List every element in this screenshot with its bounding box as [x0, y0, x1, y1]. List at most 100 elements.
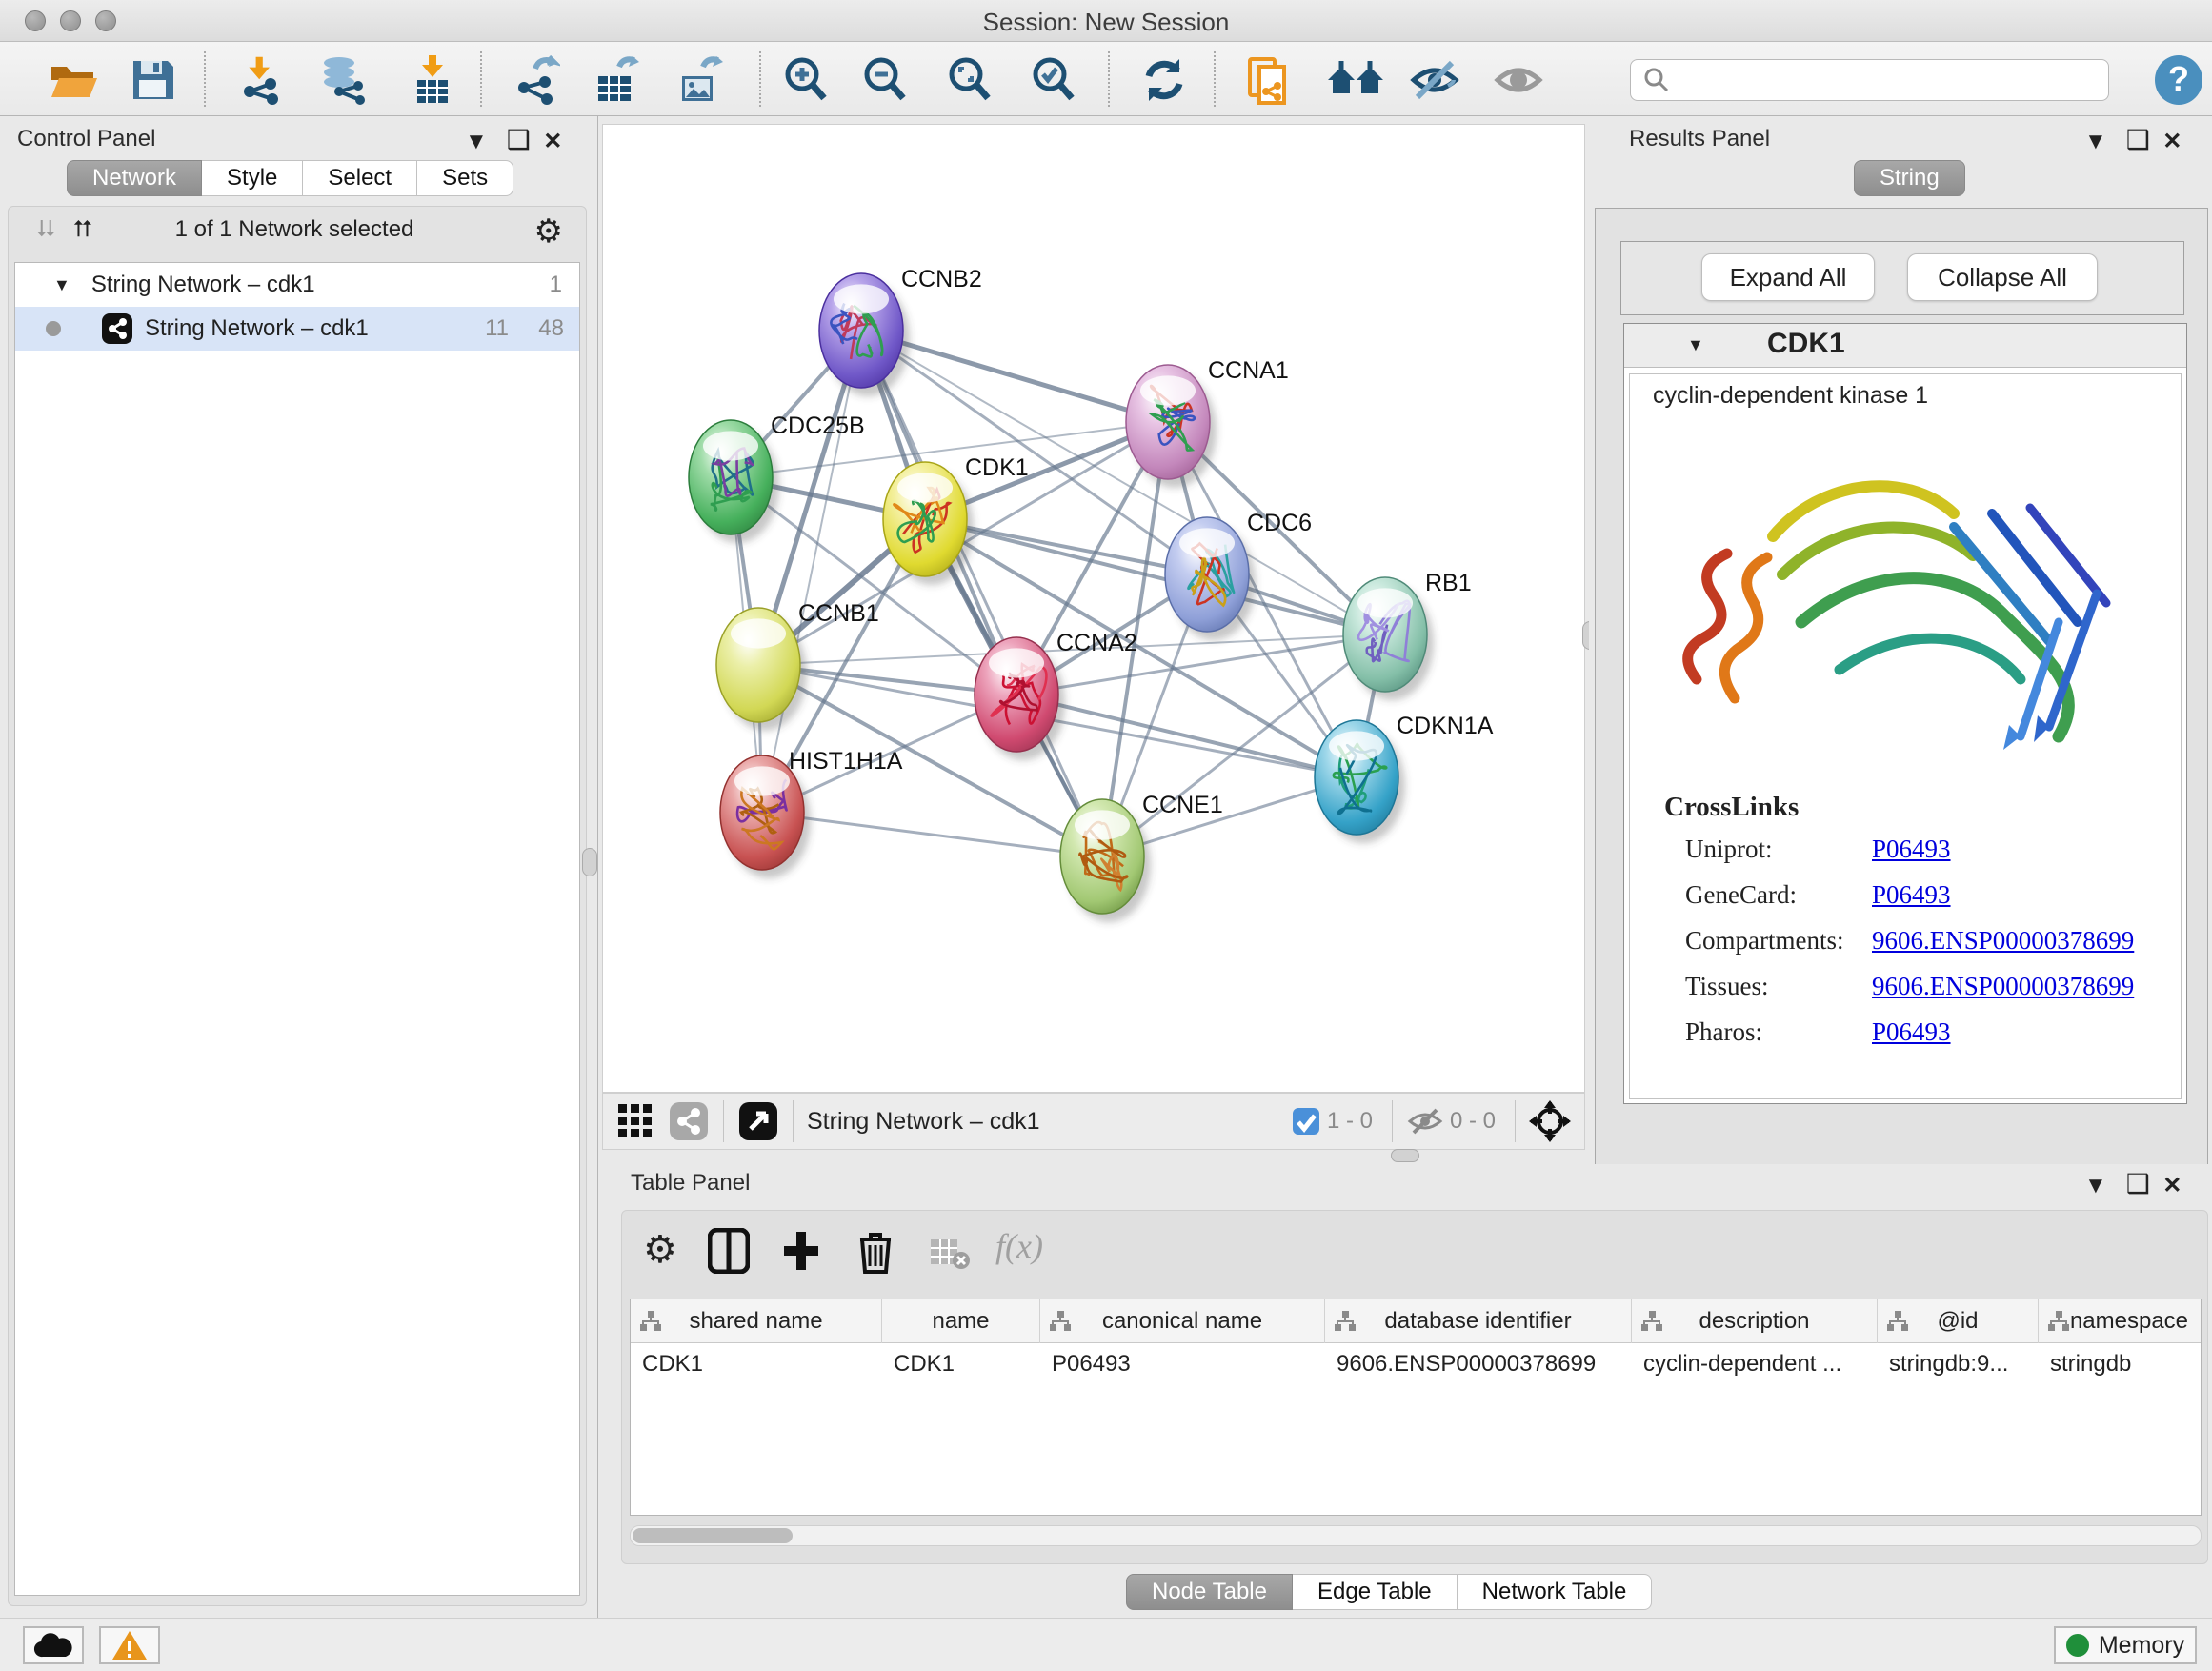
network-edge[interactable] — [762, 813, 1102, 856]
network-node-cdc6[interactable]: CDC6 — [1165, 510, 1312, 640]
selected-checkbox-icon[interactable] — [1291, 1106, 1321, 1137]
refresh-icon[interactable] — [1139, 55, 1189, 105]
memory-button[interactable]: Memory — [2054, 1626, 2197, 1664]
expand-all-button[interactable]: Expand All — [1701, 253, 1875, 301]
crosslink-tissues-link[interactable]: 9606.ENSP00000378699 — [1872, 972, 2134, 1001]
column-header-name[interactable]: name — [882, 1299, 1040, 1343]
network-edge[interactable] — [762, 331, 861, 813]
column-header-at-id[interactable]: @id — [1878, 1299, 2039, 1343]
network-node-cdk1[interactable]: CDK1 — [883, 454, 1029, 585]
network-node-ccnb1[interactable]: CCNB1 — [716, 600, 879, 731]
tab-node-table[interactable]: Node Table — [1126, 1574, 1293, 1610]
network-node-ccne1[interactable]: CCNE1 — [1060, 792, 1223, 922]
cloud-button[interactable] — [23, 1626, 84, 1664]
scrollbar-thumb[interactable] — [633, 1528, 793, 1543]
network-canvas[interactable]: CCNB2 CCNA1 CDC25BCDK1 CDC6RB1 CCNB1 CCNA2 CDK… — [602, 124, 1585, 1093]
table-horizontal-scrollbar[interactable] — [630, 1525, 2202, 1546]
tab-edge-table[interactable]: Edge Table — [1293, 1574, 1458, 1610]
window-titlebar: Session: New Session — [0, 0, 2212, 42]
column-header-database-identifier[interactable]: database identifier — [1325, 1299, 1632, 1343]
panel-float-icon[interactable]: ❑ — [2126, 125, 2150, 154]
copy-network-icon[interactable] — [1244, 55, 1294, 105]
expand-all-networks-icon[interactable]: ⮅ — [73, 216, 91, 243]
grid-view-icon[interactable] — [616, 1102, 654, 1140]
save-session-icon[interactable] — [128, 55, 177, 105]
add-column-icon[interactable] — [780, 1228, 822, 1274]
collapse-all-networks-icon[interactable]: ⮇ — [37, 216, 55, 243]
node-table-header: shared name name canonical name database… — [631, 1299, 2201, 1343]
crosslink-label: Compartments: — [1685, 926, 1843, 956]
panel-menu-icon[interactable]: ▼ — [465, 129, 488, 154]
panel-menu-icon[interactable]: ▼ — [2084, 1173, 2107, 1198]
network-node-hist1h1a[interactable]: HIST1H1A — [720, 748, 903, 878]
network-view-share-icon[interactable] — [668, 1100, 710, 1142]
zoom-fit-icon[interactable] — [945, 55, 995, 105]
import-network-file-icon[interactable] — [236, 55, 286, 105]
panel-menu-icon[interactable]: ▼ — [2084, 129, 2107, 154]
memory-label: Memory — [2099, 1632, 2184, 1660]
tab-network[interactable]: Network — [67, 160, 202, 196]
network-node-ccna1[interactable]: CCNA1 — [1126, 357, 1289, 488]
toolbar-separator — [204, 51, 206, 107]
zoom-selected-icon[interactable] — [1029, 55, 1078, 105]
network-edge[interactable] — [861, 331, 1102, 856]
table-row[interactable]: CDK1 CDK1 P06493 9606.ENSP00000378699 cy… — [631, 1343, 2201, 1385]
zoom-out-icon[interactable] — [860, 55, 910, 105]
zoom-in-icon[interactable] — [781, 55, 831, 105]
column-header-shared-name[interactable]: shared name — [631, 1299, 882, 1343]
cloud-icon — [33, 1632, 73, 1659]
hidden-eye-icon[interactable] — [1406, 1106, 1444, 1137]
network-node-cdc25b[interactable]: CDC25B — [689, 413, 865, 543]
column-header-canonical-name[interactable]: canonical name — [1040, 1299, 1325, 1343]
crosslink-genecard-link[interactable]: P06493 — [1872, 880, 1951, 910]
column-header-description[interactable]: description — [1632, 1299, 1878, 1343]
first-neighbors-icon[interactable] — [1326, 55, 1376, 105]
hide-selected-icon[interactable] — [1410, 55, 1459, 105]
panel-close-icon[interactable]: ✕ — [543, 129, 562, 154]
left-splitter-grip[interactable] — [582, 848, 597, 876]
tab-sets[interactable]: Sets — [417, 160, 513, 196]
warning-button[interactable] — [99, 1626, 160, 1664]
import-table-file-icon[interactable] — [408, 55, 457, 105]
panel-close-icon[interactable]: ✕ — [2162, 1173, 2182, 1198]
open-session-icon[interactable] — [48, 55, 97, 105]
crosslink-uniprot-link[interactable]: P06493 — [1872, 835, 1951, 864]
delete-column-icon[interactable] — [856, 1228, 895, 1274]
window-title: Session: New Session — [0, 8, 2212, 37]
help-icon[interactable]: ? — [2155, 55, 2202, 105]
search-input[interactable] — [1630, 59, 2109, 101]
node-label: CCNA1 — [1208, 357, 1289, 384]
node-label: HIST1H1A — [789, 748, 903, 775]
network-options-gear-icon[interactable]: ⚙ — [534, 212, 563, 251]
table-options-gear-icon[interactable]: ⚙ — [643, 1228, 677, 1272]
import-network-database-icon[interactable] — [318, 55, 368, 105]
network-collection-row[interactable]: ▼ String Network – cdk1 1 — [15, 263, 579, 307]
tab-style[interactable]: Style — [202, 160, 303, 196]
panel-float-icon[interactable]: ❑ — [2126, 1169, 2150, 1198]
export-table-icon[interactable] — [591, 55, 640, 105]
network-node-cdkn1a[interactable]: CDKN1A — [1315, 713, 1494, 843]
crosslink-compartments-link[interactable]: 9606.ENSP00000378699 — [1872, 926, 2134, 956]
crosslink-label: Tissues: — [1685, 972, 1769, 1001]
panel-close-icon[interactable]: ✕ — [2162, 129, 2182, 154]
network-row[interactable]: String Network – cdk1 11 48 — [15, 307, 579, 351]
network-node-rb1[interactable]: RB1 — [1343, 570, 1472, 700]
collapse-all-button[interactable]: Collapse All — [1907, 253, 2098, 301]
horizontal-splitter-grip[interactable] — [1391, 1149, 1419, 1162]
collapse-triangle-icon[interactable]: ▼ — [53, 275, 70, 295]
network-node-ccna2[interactable]: CCNA2 — [975, 630, 1137, 760]
crosslink-pharos-link[interactable]: P06493 — [1872, 1017, 1951, 1047]
gene-collapse-triangle-icon[interactable]: ▼ — [1687, 335, 1704, 355]
export-image-icon[interactable] — [674, 55, 724, 105]
show-columns-icon[interactable] — [708, 1228, 750, 1274]
panel-float-icon[interactable]: ❑ — [507, 125, 531, 154]
network-node-ccnb2[interactable]: CCNB2 — [819, 266, 982, 396]
tab-string[interactable]: String — [1854, 160, 1965, 196]
tab-select[interactable]: Select — [303, 160, 417, 196]
show-all-icon[interactable] — [1494, 55, 1543, 105]
birds-eye-view-icon[interactable] — [737, 1100, 779, 1142]
column-header-namespace[interactable]: namespace — [2039, 1299, 2202, 1343]
export-network-icon[interactable] — [511, 55, 560, 105]
tab-network-table[interactable]: Network Table — [1458, 1574, 1653, 1610]
pan-crosshair-icon[interactable] — [1529, 1100, 1571, 1142]
